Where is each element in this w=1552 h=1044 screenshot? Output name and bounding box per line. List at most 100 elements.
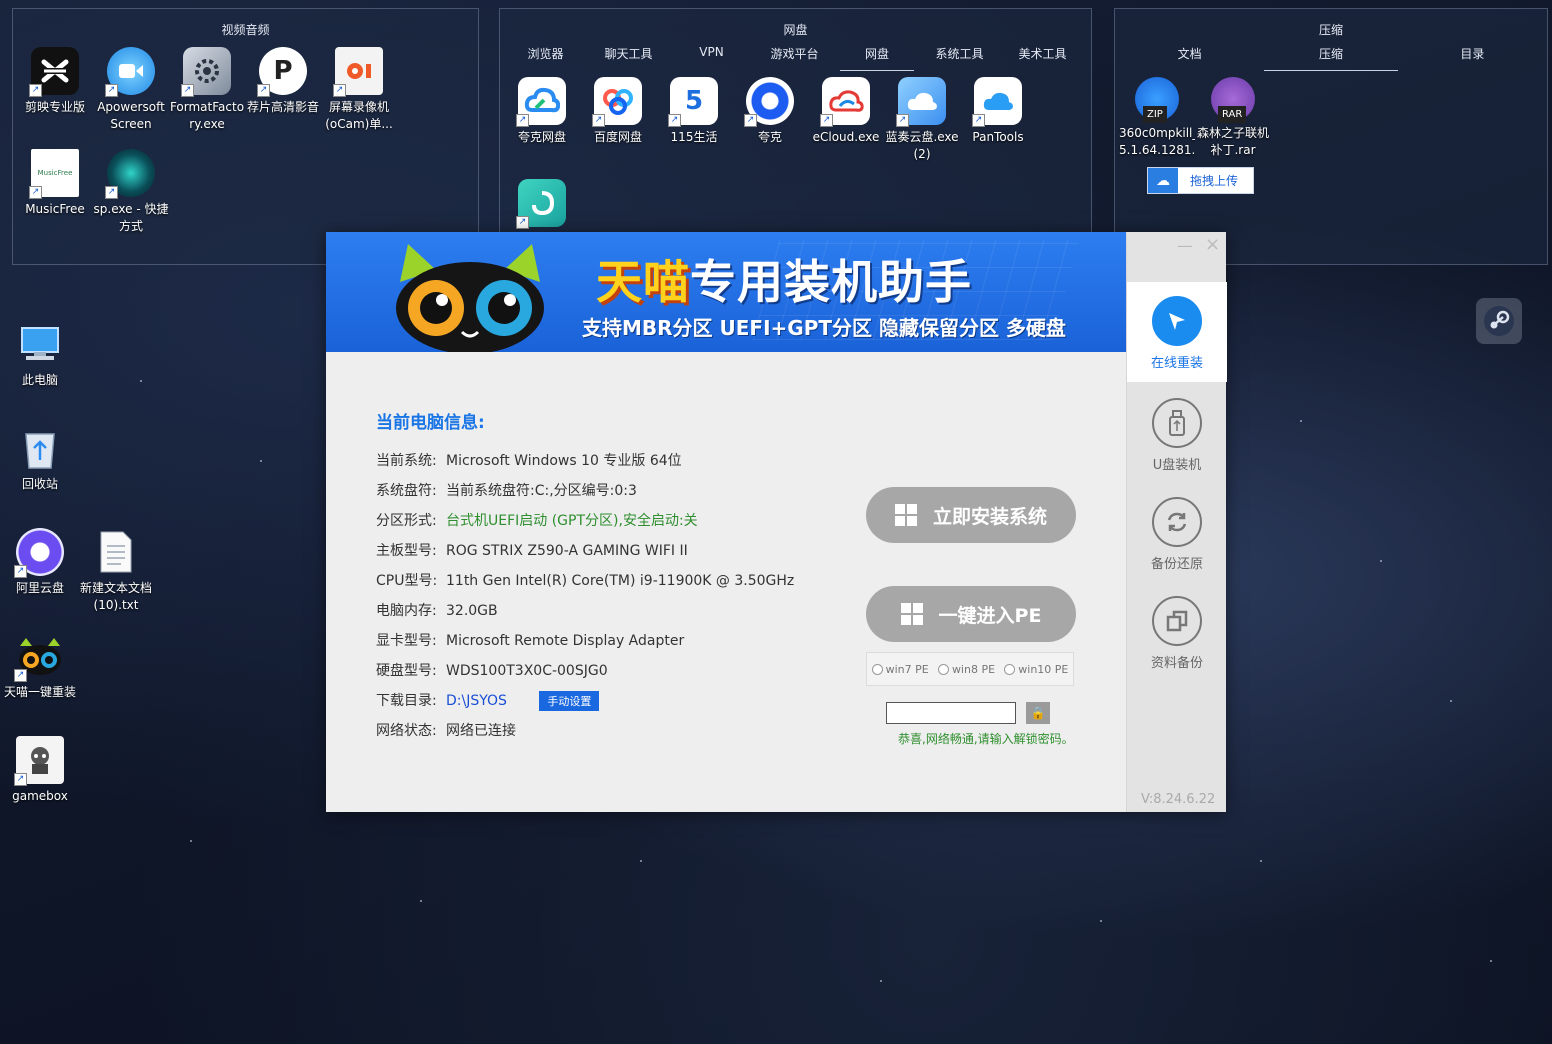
unlock-password-input[interactable] [886,702,1016,724]
pantools-icon: ↗ [972,77,1022,127]
rar-badge: RAR [1218,106,1247,123]
ecloud-shortcut[interactable]: ↗ eCloud.exe [808,77,884,146]
fence-archive: 压缩 文档 压缩 目录 ZIP 360c0mpkill_ 5.1.64.1281… [1114,8,1548,265]
this-pc-icon-shortcut[interactable]: 此电脑 [2,320,78,389]
icon-label: 森林之子联机 补丁.rar [1196,126,1269,157]
tab-vpn[interactable]: VPN [670,45,753,71]
tab-documents[interactable]: 文档 [1115,45,1264,71]
baidu-disk-shortcut[interactable]: ↗ 百度网盘 [580,77,656,146]
minimize-button[interactable]: — [1177,236,1193,255]
lock-icon[interactable]: 🔒 [1026,702,1050,724]
info-row-os: 当前系统: Microsoft Windows 10 专业版 64位 [376,450,682,470]
radio-win7-pe[interactable]: win7 PE [871,662,929,676]
fence-tab-bar: 文档 压缩 目录 [1115,45,1547,71]
radio-win10-pe[interactable]: win10 PE [1004,663,1068,676]
sidebar-item-usb-install[interactable]: U盘装机 [1127,384,1227,482]
info-key: 下载目录: [376,693,437,709]
icon-label: MusicFree [25,202,85,216]
info-value: ROG STRIX Z590-A GAMING WIFI II [446,543,688,559]
shortcut-arrow-icon: ↗ [333,84,346,97]
musicfree-shortcut[interactable]: MusicFree ↗ MusicFree [17,149,93,218]
info-value: 网络已连接 [446,723,516,739]
cat-logo-icon [396,244,544,352]
shortcut-arrow-icon: ↗ [668,114,681,127]
zip-badge: ZIP [1143,106,1167,123]
shortcut-arrow-icon: ↗ [105,84,118,97]
tab-chat[interactable]: 聊天工具 [587,45,670,71]
icon-label: 荐片高清影音 [246,100,319,114]
capcut-shortcut[interactable]: ↗ 剪映专业版 [17,47,93,116]
radio-label: win7 PE [885,662,929,676]
shortcut-arrow-icon: ↗ [592,114,605,127]
tab-directory[interactable]: 目录 [1398,45,1547,71]
tab-art-tools[interactable]: 美术工具 [1001,45,1084,71]
zip-file[interactable]: ZIP 360c0mpkill_ 5.1.64.1281... [1119,77,1195,159]
info-key: 电脑内存: [376,603,437,619]
shortcut-arrow-icon: ↗ [744,114,757,127]
recycle-bin-shortcut[interactable]: 回收站 [2,424,78,493]
download-dir-link[interactable]: D:\JSYOS [446,693,507,709]
text-file-shortcut[interactable]: 新建文本文档 (10).txt [78,528,154,614]
sp-shortcut[interactable]: ↗ sp.exe - 快捷方式 [93,149,169,235]
info-row-motherboard: 主板型号: ROG STRIX Z590-A GAMING WIFI II [376,540,688,560]
shortcut-arrow-icon: ↗ [820,114,833,127]
install-system-button[interactable]: 立即安装系统 [866,487,1076,543]
radio-circle-icon [937,664,949,675]
115-shortcut[interactable]: 5 ↗ 115生活 [656,77,732,146]
version-label: V:8.24.6.22 [1141,792,1216,807]
ocam-shortcut[interactable]: ↗ 屏幕录像机 (oCam)单... [321,47,397,133]
sidebar-item-backup-restore[interactable]: 备份还原 [1127,483,1227,581]
rar-file[interactable]: RAR 森林之子联机 补丁.rar [1195,77,1271,159]
tab-game-platform[interactable]: 游戏平台 [753,45,836,71]
manual-set-button[interactable]: 手动设置 [539,691,600,711]
apowersoft-shortcut[interactable]: ↗ Apowersoft Screen Rec... [93,47,169,133]
app-sidebar: — × 在线重装 U盘装机 备份还原 资料备份 V:8.24.6.22 [1126,232,1227,812]
info-key: 当前系统: [376,453,437,469]
baidu-disk-icon: ↗ [592,77,642,127]
tab-system-tools[interactable]: 系统工具 [918,45,1001,71]
info-key: 系统盘符: [376,483,437,499]
quark-disk-shortcut[interactable]: ↗ 夸克网盘 [504,77,580,146]
lanzou-icon: ↗ [896,77,946,127]
icon-label: 蓝奏云盘.exe (2) [885,130,959,161]
steam-icon[interactable] [1476,298,1522,344]
jianpian-shortcut[interactable]: P ↗ 荐片高清影音 [245,47,321,116]
icon-label: 剪映专业版 [24,100,85,114]
upload-label: 拖拽上传 [1190,174,1239,188]
enter-pe-button[interactable]: 一键进入PE [866,586,1076,642]
shortcut-arrow-icon: ↗ [14,773,27,786]
shortcut-arrow-icon: ↗ [896,114,909,127]
partial-shortcut[interactable]: ↗ [504,179,580,231]
tianmiao-shortcut[interactable]: ↗ 天喵一键重装 [2,632,78,701]
info-value: Microsoft Remote Display Adapter [446,633,685,649]
icon-label: 新建文本文档 (10).txt [79,581,152,612]
app-icon: ↗ [516,179,566,229]
radio-win8-pe[interactable]: win8 PE [937,662,996,676]
sidebar-item-online-reinstall[interactable]: 在线重装 [1127,282,1227,382]
fence-video-audio: 视频音频 ↗ 剪映专业版 ↗ Apowersoft Screen Rec... … [12,8,479,265]
info-row-memory: 电脑内存: 32.0GB [376,600,498,620]
tab-archive[interactable]: 压缩 [1264,45,1398,71]
pantools-shortcut[interactable]: ↗ PanTools [960,77,1036,146]
info-value: Microsoft Windows 10 专业版 64位 [446,453,682,469]
sidebar-item-data-backup[interactable]: 资料备份 [1127,582,1227,680]
tab-browser[interactable]: 浏览器 [504,45,587,71]
musicfree-icon: MusicFree ↗ [29,149,79,199]
upload-button[interactable]: ☁ 拖拽上传 [1147,167,1254,194]
shortcut-arrow-icon: ↗ [181,84,194,97]
tab-netdisk[interactable]: 网盘 [840,45,914,71]
gamebox-shortcut[interactable]: ↗ gamebox [2,736,78,805]
aliyun-disk-shortcut[interactable]: ↗ 阿里云盘 [2,528,78,597]
radio-label: win8 PE [951,662,996,676]
lanzou-shortcut[interactable]: ↗ 蓝奏云盘.exe (2) [884,77,960,163]
close-button[interactable]: × [1205,234,1220,255]
115-icon: 5 ↗ [668,77,718,127]
info-key: 分区形式: [376,513,437,529]
info-key: CPU型号: [376,573,438,589]
quark-shortcut[interactable]: ↗ 夸克 [732,77,808,146]
fence-tab-bar: 浏览器 聊天工具 VPN 游戏平台 网盘 系统工具 美术工具 [500,45,1091,71]
shortcut-arrow-icon: ↗ [14,669,27,682]
shortcut-arrow-icon: ↗ [29,84,42,97]
formatfactory-shortcut[interactable]: ↗ FormatFactory.exe [169,47,245,133]
rar-file-icon: RAR [1211,77,1255,123]
